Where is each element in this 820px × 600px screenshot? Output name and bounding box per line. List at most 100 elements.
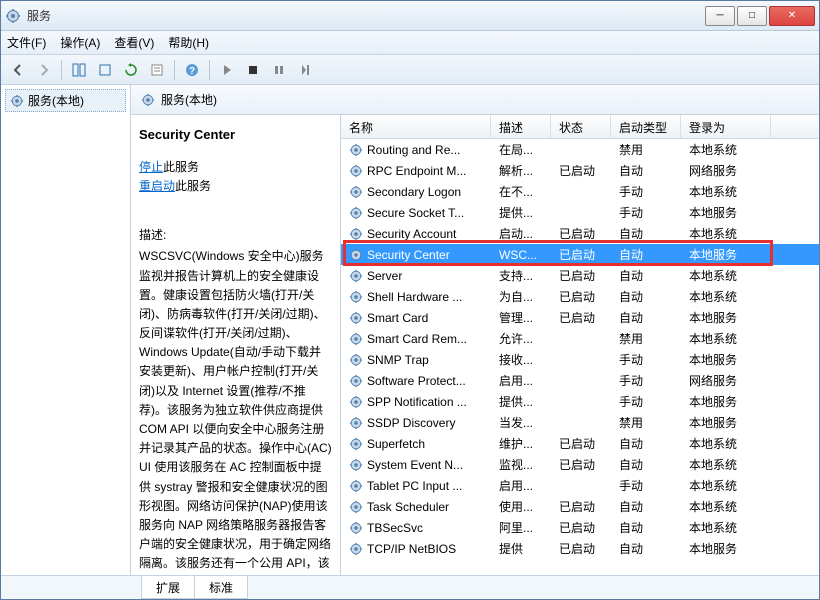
col-logon[interactable]: 登录为 [681,115,771,138]
service-startup: 自动 [611,454,681,475]
service-row[interactable]: SNMP Trap接收...手动本地服务 [341,349,819,370]
restart-service-link[interactable]: 重启动 [139,179,175,193]
service-startup: 自动 [611,307,681,328]
service-status: 已启动 [551,286,611,307]
service-status: 已启动 [551,307,611,328]
export-button[interactable] [94,59,116,81]
service-logon: 本地服务 [681,202,771,223]
show-hide-button[interactable] [68,59,90,81]
pause-service-button[interactable] [268,59,290,81]
service-status [551,148,611,152]
gear-icon [349,437,363,451]
description-text: WSCSVC(Windows 安全中心)服务监视并报告计算机上的安全健康设置。健… [139,247,332,573]
menu-help[interactable]: 帮助(H) [168,34,209,51]
service-startup: 手动 [611,181,681,202]
service-row[interactable]: SSDP Discovery当发...禁用本地服务 [341,412,819,433]
service-row[interactable]: Security Account启动...已启动自动本地系统 [341,223,819,244]
service-row[interactable]: SPP Notification ...提供...手动本地服务 [341,391,819,412]
tab-extended[interactable]: 扩展 [141,576,195,599]
service-logon: 本地服务 [681,307,771,328]
stop-service-button[interactable] [242,59,264,81]
tree-item-services-local[interactable]: 服务(本地) [5,89,126,112]
column-headers: 名称 描述 状态 启动类型 登录为 [341,115,819,139]
separator [209,60,210,80]
service-row[interactable]: Tablet PC Input ...启用...手动本地系统 [341,475,819,496]
service-row[interactable]: RPC Endpoint M...解析...已启动自动网络服务 [341,160,819,181]
back-button[interactable] [7,59,29,81]
service-name: Secondary Logon [367,185,461,199]
right-header-title: 服务(本地) [161,91,217,108]
service-row[interactable]: Server支持...已启动自动本地系统 [341,265,819,286]
service-logon: 本地系统 [681,139,771,160]
tree-item-label: 服务(本地) [28,92,84,109]
service-name: TBSecSvc [367,521,423,535]
restart-service-button[interactable] [294,59,316,81]
service-desc: 提供... [491,391,551,412]
service-desc: 提供 [491,538,551,559]
selected-service-title: Security Center [139,125,332,146]
service-desc: 支持... [491,265,551,286]
service-startup: 禁用 [611,328,681,349]
titlebar[interactable]: 服务 ─ □ ✕ [1,1,819,31]
service-row[interactable]: Secondary Logon在不...手动本地系统 [341,181,819,202]
help-button[interactable]: ? [181,59,203,81]
service-row[interactable]: Security CenterWSC...已启动自动本地服务 [341,244,819,265]
gear-icon [349,290,363,304]
service-row[interactable]: Smart Card管理...已启动自动本地服务 [341,307,819,328]
service-rows[interactable]: Routing and Re...在局...禁用本地系统RPC Endpoint… [341,139,819,575]
tab-standard[interactable]: 标准 [194,576,248,599]
col-status[interactable]: 状态 [551,115,611,138]
menu-file[interactable]: 文件(F) [7,34,46,51]
service-row[interactable]: TBSecSvc阿里...已启动自动本地系统 [341,517,819,538]
forward-button[interactable] [33,59,55,81]
service-status [551,379,611,383]
gear-icon [141,93,155,107]
maximize-button[interactable]: □ [737,6,767,26]
service-logon: 本地服务 [681,244,771,265]
col-startup[interactable]: 启动类型 [611,115,681,138]
service-logon: 本地系统 [681,223,771,244]
col-name[interactable]: 名称 [341,115,491,138]
service-row[interactable]: TCP/IP NetBIOS提供已启动自动本地服务 [341,538,819,559]
stop-service-link[interactable]: 停止 [139,160,163,174]
service-status [551,400,611,404]
service-logon: 本地系统 [681,454,771,475]
service-row[interactable]: Shell Hardware ...为自...已启动自动本地系统 [341,286,819,307]
minimize-button[interactable]: ─ [705,6,735,26]
refresh-button[interactable] [120,59,142,81]
service-startup: 自动 [611,223,681,244]
service-name: Smart Card [367,311,428,325]
services-window: 服务 ─ □ ✕ 文件(F) 操作(A) 查看(V) 帮助(H) ? 服务 [0,0,820,600]
service-row[interactable]: Secure Socket T...提供...手动本地服务 [341,202,819,223]
gear-icon [349,353,363,367]
service-row[interactable]: Smart Card Rem...允许...禁用本地系统 [341,328,819,349]
service-startup: 自动 [611,517,681,538]
tree-pane[interactable]: 服务(本地) [1,85,131,575]
gear-icon [349,185,363,199]
service-row[interactable]: Routing and Re...在局...禁用本地系统 [341,139,819,160]
service-row[interactable]: System Event N...监视...已启动自动本地系统 [341,454,819,475]
service-name: Secure Socket T... [367,206,464,220]
service-row[interactable]: Software Protect...启用...手动网络服务 [341,370,819,391]
properties-button[interactable] [146,59,168,81]
service-logon: 本地服务 [681,538,771,559]
service-logon: 本地系统 [681,496,771,517]
service-name: Server [367,269,402,283]
service-name: Tablet PC Input ... [367,479,462,493]
service-desc: 阿里... [491,517,551,538]
svg-text:?: ? [189,66,195,77]
menu-view[interactable]: 查看(V) [114,34,154,51]
service-row[interactable]: Superfetch维护...已启动自动本地系统 [341,433,819,454]
service-row[interactable]: Task Scheduler使用...已启动自动本地系统 [341,496,819,517]
description-label: 描述: [139,226,332,245]
separator [174,60,175,80]
service-desc: 启动... [491,223,551,244]
menu-action[interactable]: 操作(A) [60,34,100,51]
col-desc[interactable]: 描述 [491,115,551,138]
service-desc: 启用... [491,370,551,391]
start-service-button[interactable] [216,59,238,81]
close-button[interactable]: ✕ [769,6,815,26]
services-icon [5,8,21,24]
service-logon: 本地系统 [681,475,771,496]
service-name: Security Center [367,248,450,262]
